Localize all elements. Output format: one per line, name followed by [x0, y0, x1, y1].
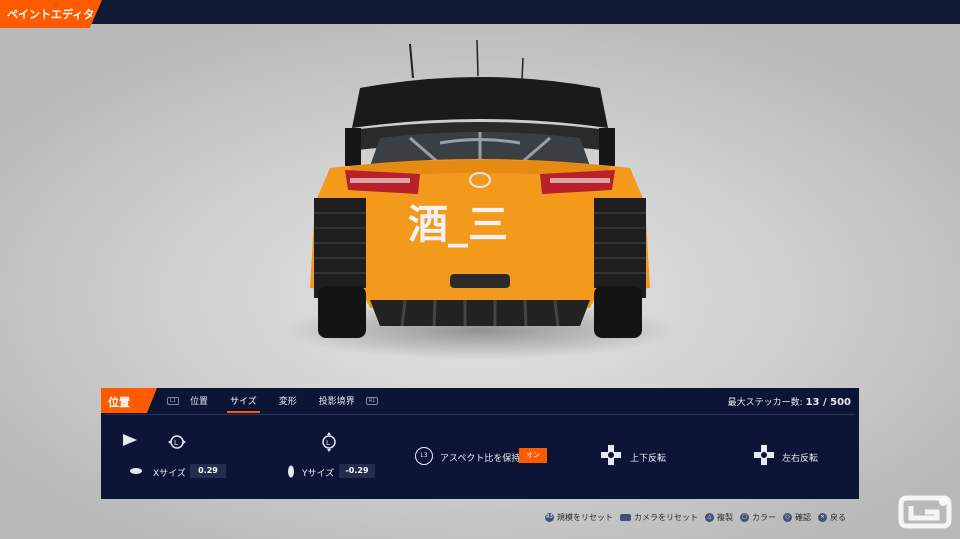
tab-size[interactable]: サイズ [219, 394, 268, 413]
car-sticker[interactable]: 酒_三 [408, 202, 508, 248]
r3-button-icon: R3 [545, 513, 554, 522]
footer-hints: R3 規模をリセット カメラをリセット △ 複製 □ カラー ○ 確認 × 戻る [545, 512, 846, 523]
editor-panel: 位置 L1 位置 サイズ 変形 投影境界 R1 最大ステッカー数: 13 / 5… [101, 388, 859, 499]
copy-hint[interactable]: 複製 [717, 512, 733, 523]
dpad-horizontal-icon [754, 445, 774, 465]
site-logo-watermark [898, 495, 952, 529]
l3-button-icon: L3 [415, 447, 433, 465]
triangle-button-icon: △ [705, 513, 714, 522]
editor-title: ペイントエディタ [7, 8, 95, 21]
touchpad-button-icon [620, 514, 631, 521]
panel-section-label: 位置 [108, 396, 130, 409]
r1-hint: R1 [365, 396, 379, 405]
panel-section-tab: 位置 [101, 388, 157, 413]
sticker-count: 最大ステッカー数: 13 / 500 [728, 395, 851, 408]
aspect-ratio-toggle[interactable]: オン [519, 448, 547, 463]
back-hint[interactable]: 戻る [830, 512, 846, 523]
x-size-value[interactable]: 0.29 [190, 464, 226, 478]
left-stick-horizontal-icon: L [168, 435, 186, 449]
l1-hint: L1 [167, 396, 179, 405]
x-size-icon [130, 468, 142, 474]
circle-button-icon: ○ [783, 513, 792, 522]
square-button-icon: □ [740, 513, 749, 522]
flip-vertical-label[interactable]: 上下反転 [630, 451, 666, 464]
cursor-icon [123, 434, 137, 446]
tab-projection-boundary[interactable]: 投影境界 [308, 394, 366, 407]
sticker-count-label: 最大ステッカー数: [727, 398, 803, 408]
editor-title-tab: ペイントエディタ [0, 0, 102, 28]
confirm-hint[interactable]: 確認 [795, 512, 811, 523]
y-size-icon [288, 465, 294, 478]
y-size-label: Yサイズ [302, 469, 335, 479]
tab-position[interactable]: 位置 [179, 394, 219, 407]
tab-transform[interactable]: 変形 [268, 394, 308, 407]
cross-button-icon: × [818, 513, 827, 522]
x-size-label: Xサイズ [153, 469, 186, 479]
left-stick-vertical-icon: L [322, 432, 336, 452]
reset-scale-hint[interactable]: 規模をリセット [557, 512, 613, 523]
color-hint[interactable]: カラー [752, 512, 776, 523]
rally-car-3d-view[interactable]: 酒_三 [290, 38, 670, 348]
aspect-ratio-label: アスペクト比を保持 [440, 454, 521, 464]
y-size-value[interactable]: -0.29 [339, 464, 375, 478]
top-bar [0, 0, 960, 24]
flip-horizontal-label[interactable]: 左右反転 [782, 451, 818, 464]
svg-text:L: L [174, 439, 178, 447]
panel-divider [105, 414, 855, 415]
sticker-count-value: 13 / 500 [805, 397, 851, 408]
dpad-vertical-icon [601, 445, 621, 465]
reset-camera-hint[interactable]: カメラをリセット [634, 512, 698, 523]
svg-text:L: L [326, 439, 330, 447]
panel-tab-bar: L1 位置 サイズ 変形 投影境界 R1 [167, 394, 379, 413]
